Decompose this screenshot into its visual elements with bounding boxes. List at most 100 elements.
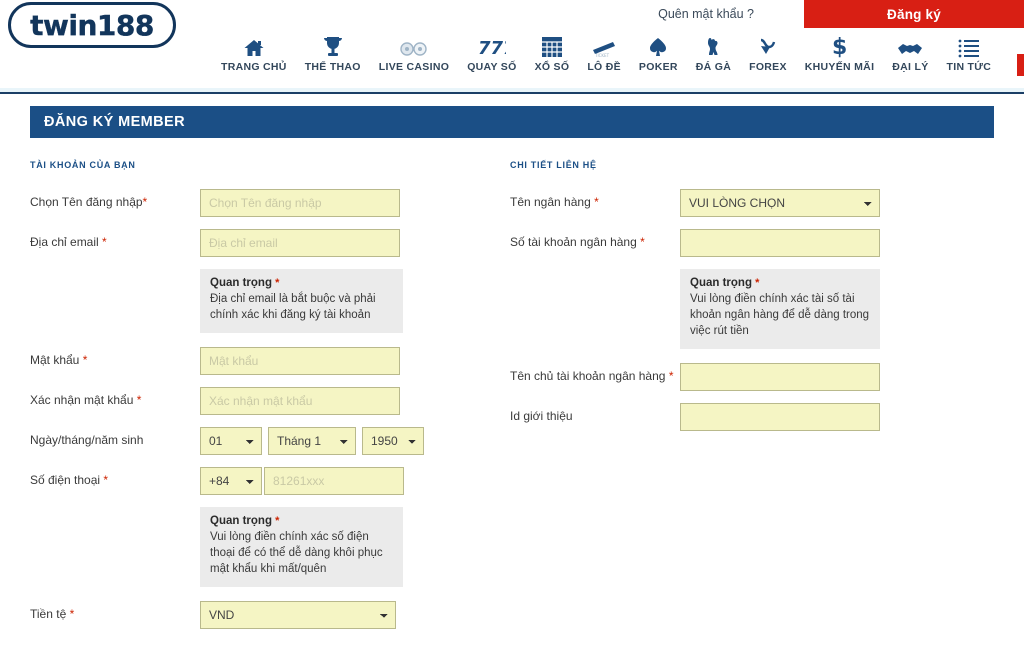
forgot-password-link[interactable]: Quên mật khẩu ? <box>658 7 754 21</box>
registration-form: TÀI KHOẢN CỦA BẠN Chọn Tên đăng nhập* Đị… <box>0 160 1024 641</box>
bank-name-select[interactable]: VUI LÒNG CHỌN <box>680 189 880 217</box>
field-confirm-password: Xác nhận mật khẩu * <box>30 387 500 415</box>
bank-account-holder-input[interactable] <box>680 363 880 391</box>
label-text: Tên chủ tài khoản ngân hàng <box>510 369 666 383</box>
notice-title: Quan trọng * <box>210 515 393 527</box>
nav-label: FOREX <box>749 61 787 73</box>
account-details-column: TÀI KHOẢN CỦA BẠN Chọn Tên đăng nhập* Đị… <box>30 160 500 641</box>
required-marker: * <box>275 515 280 527</box>
nav-item-xo-so[interactable]: XỔ SỐ <box>526 30 579 73</box>
referral-id-input[interactable] <box>680 403 880 431</box>
nav-label: XỔ SỐ <box>534 61 570 73</box>
nav-item-poker[interactable]: POKER <box>630 30 687 73</box>
field-email: Địa chỉ email * <box>30 229 500 257</box>
site-logo[interactable]: twin188 <box>8 2 176 48</box>
nav-item-da-ga[interactable]: ĐÁ GÀ <box>687 30 740 73</box>
required-marker: * <box>102 235 107 249</box>
nav-item-the-thao[interactable]: THỂ THAO <box>296 30 370 73</box>
currency-select[interactable]: VND <box>200 601 396 629</box>
birthday-month-select[interactable]: Tháng 1 <box>268 427 356 455</box>
notice-title-text: Quan trọng <box>210 515 272 527</box>
list-icon <box>958 30 980 58</box>
required-marker: * <box>82 353 88 367</box>
required-marker: * <box>668 369 674 383</box>
field-control: VND <box>200 601 500 629</box>
notice-title: Quan trọng * <box>210 277 393 289</box>
casino-chips-icon <box>399 30 429 58</box>
nav-item-dai-ly[interactable]: ĐẠI LÝ <box>883 30 937 73</box>
field-birthday: Ngày/tháng/năm sinh 01 Tháng 1 1950 <box>30 427 500 455</box>
nav-item-quay-so[interactable]: 777 QUAY SỐ <box>458 30 525 73</box>
nav-label: LÔ ĐỀ <box>587 61 621 73</box>
email-input[interactable] <box>200 229 400 257</box>
field-label: Xác nhận mật khẩu * <box>30 387 200 408</box>
section-title-contact: CHI TIẾT LIÊN HỆ <box>510 160 597 170</box>
birthday-day-select[interactable]: 01 <box>200 427 262 455</box>
notice-title-text: Quan trọng <box>210 277 272 289</box>
header-divider <box>0 88 1024 100</box>
field-control <box>680 229 980 257</box>
home-icon <box>243 30 265 58</box>
notice-body: Vui lòng điền chính xác tài số tài khoản… <box>690 293 870 337</box>
slot-777-icon: 777 <box>478 30 506 58</box>
spade-icon <box>648 30 668 58</box>
ticket-icon: TICKET <box>591 30 617 58</box>
field-label: Tên ngân hàng * <box>510 189 680 210</box>
field-control <box>200 229 500 257</box>
confirm-password-input[interactable] <box>200 387 400 415</box>
email-important-notice: Quan trọng * Địa chỉ email là bắt buộc v… <box>200 269 403 333</box>
nav-label: KHUYẾN MÃI <box>804 61 875 73</box>
trophy-icon <box>323 30 343 58</box>
main-navigation: TRANG CHỦ THỂ THAO LIVE CASINO 777 QUAY … <box>212 30 1024 73</box>
required-marker: * <box>136 393 142 407</box>
username-input[interactable] <box>200 189 400 217</box>
nav-item-khuyen-mai[interactable]: $ KHUYẾN MÃI <box>796 30 884 73</box>
site-header: twin188 TRANG CHỦ THỂ THAO LIVE CASINO 7… <box>0 2 1024 88</box>
svg-text:$: $ <box>832 35 847 58</box>
phone-country-code-select[interactable]: +84 <box>200 467 262 495</box>
label-text: Chọn Tên đăng nhập <box>30 195 143 209</box>
field-control <box>200 189 500 217</box>
nav-item-trang-chu[interactable]: TRANG CHỦ <box>212 30 296 73</box>
required-marker: * <box>275 277 280 289</box>
nav-label: THỂ THAO <box>304 61 361 73</box>
nav-item-lo-de[interactable]: TICKET LÔ ĐỀ <box>578 30 630 73</box>
nav-item-live-casino[interactable]: LIVE CASINO <box>370 30 458 73</box>
field-phone: Số điện thoại * +84 <box>30 467 500 495</box>
field-label: Id giới thiệu <box>510 403 680 424</box>
nav-item-forex[interactable]: FOREX <box>740 30 796 73</box>
dollar-icon: $ <box>830 30 850 58</box>
page-title-bar: ĐĂNG KÝ MEMBER <box>30 106 994 138</box>
nav-label: TIN TỨC <box>946 61 992 73</box>
contact-details-column: CHI TIẾT LIÊN HỆ Tên ngân hàng * VUI LÒN… <box>510 160 980 641</box>
birthday-year-select[interactable]: 1950 <box>362 427 424 455</box>
field-label: Tên chủ tài khoản ngân hàng * <box>510 363 680 384</box>
phone-number-input[interactable] <box>264 467 404 495</box>
svg-text:777: 777 <box>478 38 506 58</box>
nav-edge-accent <box>1017 54 1024 76</box>
notice-body: Vui lòng điền chính xác số điện thoại để… <box>210 531 383 575</box>
nav-item-tin-tuc[interactable]: TIN TỨC <box>938 30 1001 73</box>
required-marker: * <box>640 235 645 249</box>
logo-text: twin188 <box>30 8 155 42</box>
field-label: Chọn Tên đăng nhập* <box>30 189 200 210</box>
field-label: Ngày/tháng/năm sinh <box>30 427 200 448</box>
field-bank-account-holder: Tên chủ tài khoản ngân hàng * <box>510 363 980 391</box>
field-control <box>200 387 500 415</box>
bank-account-number-input[interactable] <box>680 229 880 257</box>
required-marker: * <box>103 473 109 487</box>
notice-title-text: Quan trọng <box>690 277 752 289</box>
field-label: Địa chỉ email * <box>30 229 200 250</box>
page-title: ĐĂNG KÝ MEMBER <box>44 114 185 130</box>
label-text: Id giới thiệu <box>510 409 573 423</box>
label-text: Tiền tệ <box>30 607 67 621</box>
password-input[interactable] <box>200 347 400 375</box>
required-marker: * <box>142 195 148 209</box>
handshake-icon <box>897 30 923 58</box>
nav-label: QUAY SỐ <box>467 61 517 73</box>
required-marker: * <box>594 195 599 209</box>
register-button[interactable]: Đăng ký <box>804 0 1024 28</box>
rooster-icon <box>703 30 723 58</box>
divider-white <box>0 94 1024 100</box>
label-text: Số tài khoản ngân hàng <box>510 235 637 249</box>
